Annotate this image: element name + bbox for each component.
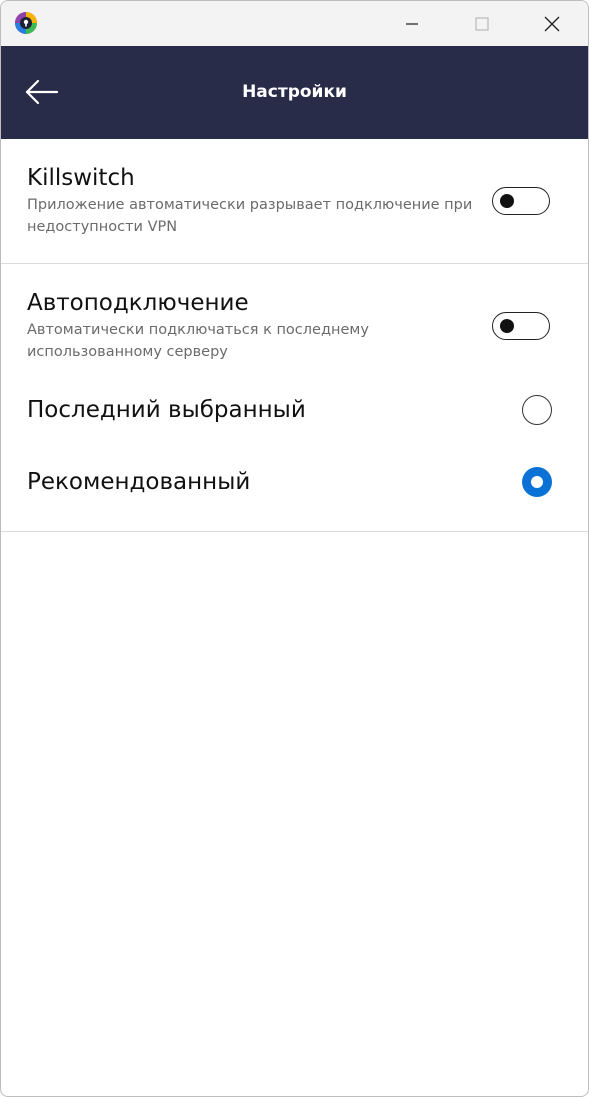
radio-label-recommended: Рекомендованный <box>27 469 251 495</box>
empty-content-area <box>1 532 588 1096</box>
autoconnect-description: Автоматически подключаться к последнему … <box>27 322 369 360</box>
radio-button-last-selected[interactable] <box>522 395 552 425</box>
killswitch-description: Приложение автоматически разрывает подкл… <box>27 197 473 235</box>
radio-option-last-selected[interactable]: Последний выбранный <box>1 381 588 441</box>
radio-button-recommended[interactable] <box>522 467 552 497</box>
killswitch-toggle[interactable] <box>492 187 550 215</box>
autoconnect-toggle[interactable] <box>492 312 550 340</box>
autoconnect-section: Автоподключение Автоматически подключать… <box>1 264 588 531</box>
window-titlebar[interactable] <box>1 1 588 46</box>
radio-checked-dot <box>531 476 543 488</box>
minimize-icon <box>406 22 418 25</box>
radio-option-recommended[interactable]: Рекомендованный <box>1 453 588 513</box>
close-button[interactable] <box>517 1 587 46</box>
killswitch-title: Killswitch <box>27 165 135 191</box>
close-icon <box>544 16 560 31</box>
killswitch-section: Killswitch Приложение автоматически разр… <box>1 139 588 263</box>
settings-header: Настройки <box>1 46 588 139</box>
radio-label-last-selected: Последний выбранный <box>27 397 306 423</box>
maximize-button[interactable] <box>447 1 517 46</box>
app-window: Настройки Killswitch Приложение автомати… <box>0 0 589 1097</box>
toggle-knob <box>500 194 514 208</box>
page-title: Настройки <box>242 82 347 102</box>
app-logo-icon <box>15 12 37 34</box>
autoconnect-title: Автоподключение <box>27 290 249 316</box>
maximize-icon <box>475 16 489 31</box>
toggle-knob <box>500 319 514 333</box>
minimize-button[interactable] <box>377 1 447 46</box>
